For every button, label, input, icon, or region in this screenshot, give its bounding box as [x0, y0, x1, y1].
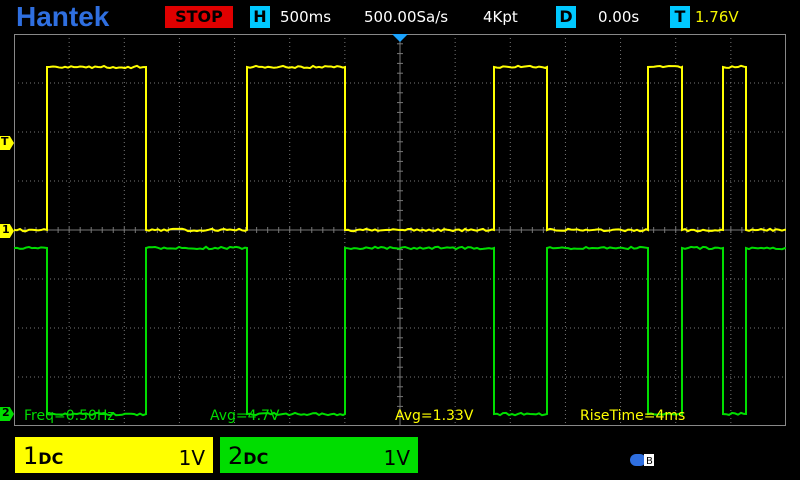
run-stop-indicator[interactable]: STOP — [165, 6, 233, 28]
delay-badge: D — [556, 6, 576, 28]
ch1-offset-marker[interactable]: 1 — [0, 224, 14, 238]
horizontal-badge: H — [250, 6, 270, 28]
ch1-marker-label: 1 — [2, 223, 10, 236]
ch2-scale: 1V — [384, 446, 410, 470]
brand-logo: Hantek — [16, 1, 109, 33]
delay-value[interactable]: 0.00s — [598, 8, 639, 26]
ch2-offset-marker[interactable]: 2 — [0, 407, 14, 421]
sample-rate-value: 500.00Sa/s — [364, 8, 448, 26]
ch2-name: 2DC — [228, 442, 268, 470]
ch1-settings-box[interactable]: 1DC 1V — [15, 437, 213, 473]
trigger-edge-icon: B — [630, 452, 654, 468]
ch2-settings-box[interactable]: 2DC 1V — [220, 437, 418, 473]
trigger-position-marker[interactable] — [392, 34, 408, 42]
svg-text:B: B — [646, 456, 653, 467]
top-status-bar: Hantek STOP H 500ms 500.00Sa/s 4Kpt D 0.… — [0, 0, 800, 34]
timebase-value[interactable]: 500ms — [280, 8, 331, 26]
measure-rise-time: RiseTime=4ms — [580, 408, 685, 424]
measure-avg-ch1: Avg=1.33V — [395, 408, 473, 424]
trigger-level-marker[interactable]: T — [0, 136, 14, 150]
trigger-badge: T — [670, 6, 690, 28]
ch1-name: 1DC — [23, 442, 63, 470]
waveform-display[interactable] — [14, 34, 786, 426]
ch2-marker-label: 2 — [2, 406, 10, 419]
memory-depth-value: 4Kpt — [483, 8, 518, 26]
trigger-marker-label: T — [1, 135, 9, 148]
ch1-scale: 1V — [179, 446, 205, 470]
measure-avg-ch2: Avg=4.7V — [210, 408, 280, 424]
trigger-level-value[interactable]: 1.76V — [695, 8, 739, 26]
measure-freq: Freq=0.50Hz — [24, 408, 115, 424]
